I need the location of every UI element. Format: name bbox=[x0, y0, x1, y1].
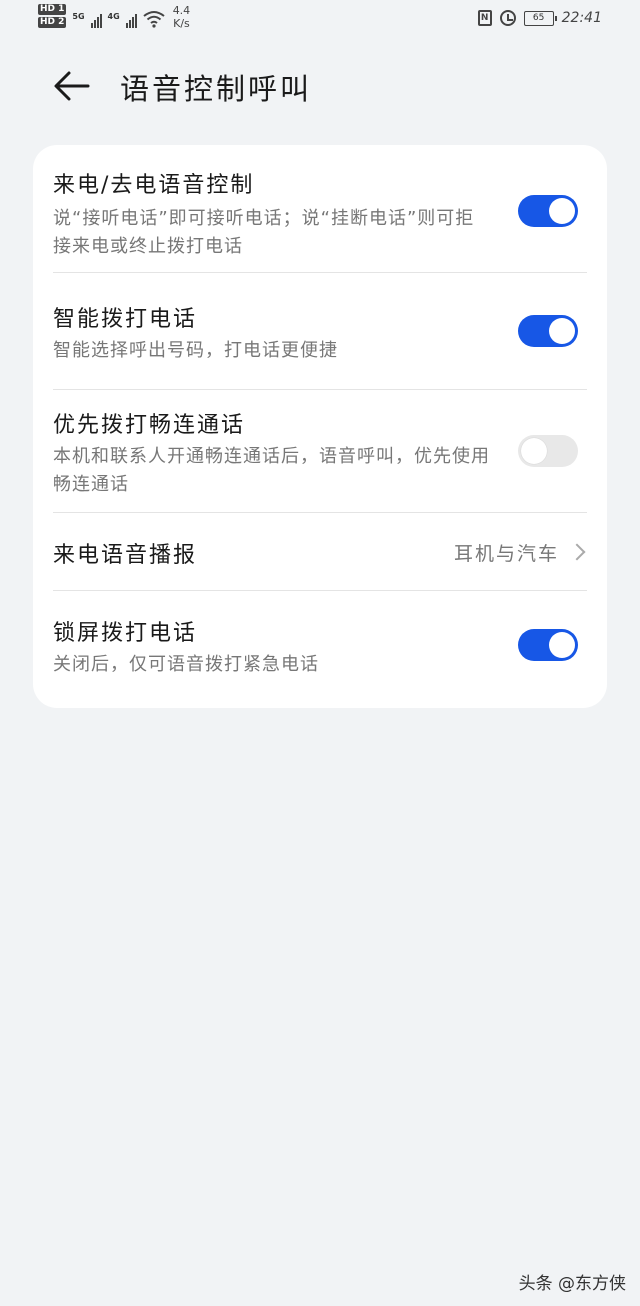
setting-incoming-voice-control[interactable]: 来电/去电语音控制 说“接听电话”即可接听电话；说“挂断电话”则可拒接来电或终止… bbox=[53, 167, 587, 273]
setting-title: 来电语音播报 bbox=[53, 543, 198, 568]
network-speed-unit: K/s bbox=[173, 17, 190, 30]
setting-description: 说“接听电话”即可接听电话；说“挂断电话”则可拒接来电或终止拨打电话 bbox=[53, 208, 475, 257]
changlian-priority-toggle[interactable] bbox=[518, 435, 578, 467]
watermark: 头条 @东方侠 bbox=[518, 1274, 626, 1294]
status-bar: HD 1 HD 2 5G 4G 4.4 K/s N 65 22:41 bbox=[0, 0, 640, 40]
smart-dial-toggle[interactable] bbox=[518, 315, 578, 347]
setting-title: 锁屏拨打电话 bbox=[53, 621, 198, 646]
toggle-knob bbox=[549, 632, 575, 658]
settings-card: 来电/去电语音控制 说“接听电话”即可接听电话；说“挂断电话”则可拒接来电或终止… bbox=[33, 145, 607, 708]
sim-indicators: HD 1 HD 2 bbox=[38, 4, 67, 28]
setting-title: 智能拨打电话 bbox=[53, 307, 198, 332]
sim2-hd-badge: HD 2 bbox=[38, 17, 67, 28]
setting-description: 关闭后，仅可语音拨打紧急电话 bbox=[53, 654, 319, 675]
wifi-icon bbox=[143, 11, 165, 28]
status-left: HD 1 HD 2 5G 4G 4.4 K/s bbox=[38, 4, 190, 30]
divider bbox=[53, 389, 587, 390]
setting-lockscreen-dial[interactable]: 锁屏拨打电话 关闭后，仅可语音拨打紧急电话 bbox=[53, 615, 587, 685]
network-5g-label: 5G bbox=[72, 12, 85, 21]
divider bbox=[53, 590, 587, 591]
toggle-knob bbox=[521, 438, 547, 464]
status-right: N 65 22:41 bbox=[477, 10, 602, 26]
clock-time: 22:41 bbox=[561, 10, 602, 26]
setting-changlian-priority[interactable]: 优先拨打畅连通话 本机和联系人开通畅连通话后，语音呼叫，优先使用畅连通话 bbox=[53, 407, 587, 507]
signal-strength-icon-2 bbox=[125, 12, 137, 28]
signal-strength-icon bbox=[90, 12, 102, 28]
nfc-icon: N bbox=[477, 10, 492, 26]
page-title: 语音控制呼叫 bbox=[120, 72, 313, 106]
setting-description: 智能选择呼出号码，打电话更便捷 bbox=[53, 340, 338, 361]
chevron-right-icon bbox=[568, 543, 586, 561]
setting-smart-dial[interactable]: 智能拨打电话 智能选择呼出号码，打电话更便捷 bbox=[53, 301, 587, 381]
setting-title: 来电/去电语音控制 bbox=[53, 173, 255, 198]
divider bbox=[53, 272, 587, 273]
toggle-knob bbox=[549, 198, 575, 224]
toggle-knob bbox=[549, 318, 575, 344]
network-4g-label: 4G bbox=[107, 12, 120, 21]
setting-value: 耳机与汽车 bbox=[453, 543, 559, 565]
lockscreen-dial-toggle[interactable] bbox=[518, 629, 578, 661]
page-header: 语音控制呼叫 bbox=[0, 60, 640, 110]
setting-incoming-announce[interactable]: 来电语音播报 耳机与汽车 bbox=[53, 537, 587, 568]
incoming-voice-control-toggle[interactable] bbox=[518, 195, 578, 227]
alarm-icon bbox=[499, 10, 516, 26]
network-speed-value: 4.4 bbox=[172, 4, 191, 17]
network-speed: 4.4 K/s bbox=[173, 4, 191, 30]
divider bbox=[53, 512, 587, 513]
battery-icon: 65 bbox=[523, 10, 557, 26]
setting-description: 本机和联系人开通畅连通话后，语音呼叫，优先使用畅连通话 bbox=[53, 446, 490, 495]
sim1-hd-badge: HD 1 bbox=[38, 4, 67, 15]
back-button[interactable] bbox=[52, 68, 92, 104]
arrow-left-icon bbox=[54, 71, 90, 101]
setting-title: 优先拨打畅连通话 bbox=[53, 413, 246, 438]
